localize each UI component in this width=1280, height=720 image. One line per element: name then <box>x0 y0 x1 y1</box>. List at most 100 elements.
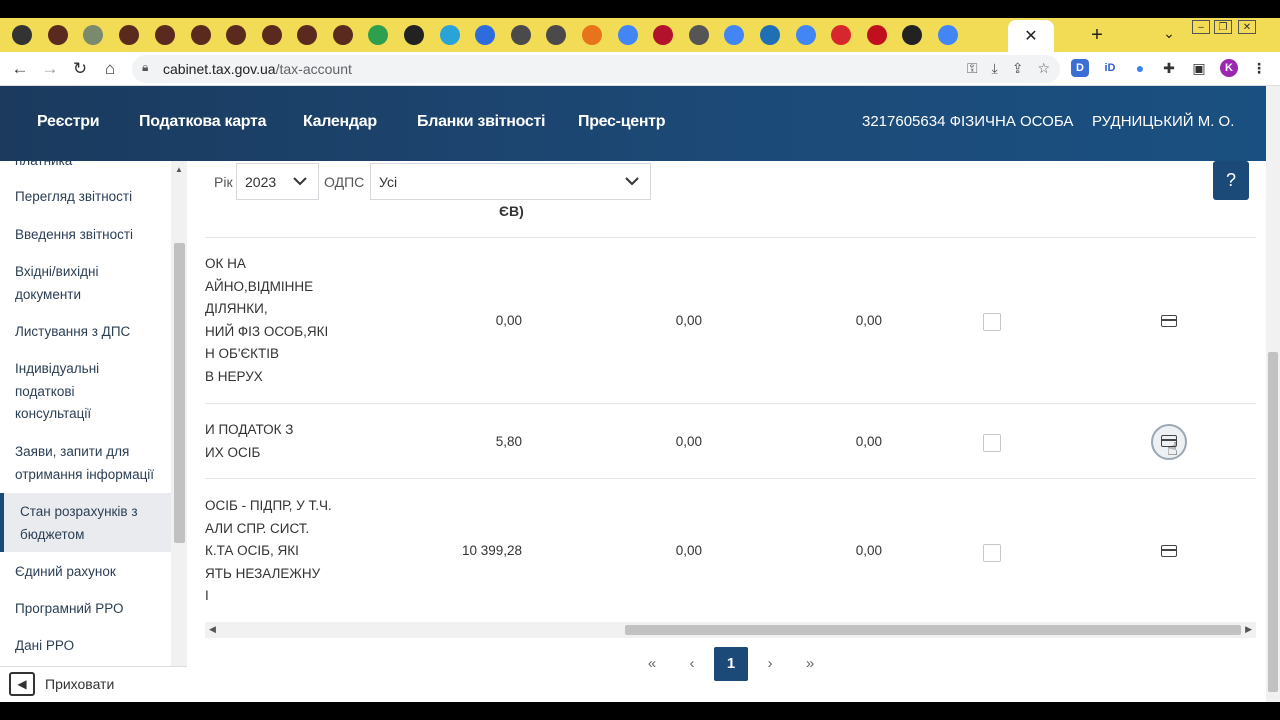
help-button[interactable]: ? <box>1213 161 1249 200</box>
card-icon[interactable] <box>1161 315 1177 327</box>
tab-search-icon[interactable]: ⌄ <box>1160 25 1178 45</box>
first-page-button[interactable]: « <box>635 647 669 681</box>
calculator-icon[interactable] <box>12 25 32 45</box>
name-line: АЙНО,ВІДМІННЕ <box>205 278 314 294</box>
sidebar-item-enter-reports[interactable]: Введення звітності <box>15 224 165 247</box>
profile-avatar[interactable]: K <box>1220 59 1238 77</box>
card-icon[interactable] <box>1161 545 1177 557</box>
close-window-icon[interactable]: ✕ <box>1238 20 1256 34</box>
ai-icon[interactable] <box>653 25 673 45</box>
close-tab-icon[interactable]: ✕ <box>1024 26 1037 46</box>
url-text[interactable]: cabinet.tax.gov.ua/tax-account <box>163 61 352 77</box>
extension-circle-icon[interactable]: ● <box>1131 59 1149 77</box>
tax-service-icon[interactable] <box>48 25 68 45</box>
google-icon[interactable] <box>938 25 958 45</box>
hide-sidebar-label: Приховати <box>45 676 115 692</box>
menu-press-center[interactable]: Прес-центр <box>578 113 666 131</box>
menu-calendar[interactable]: Календар <box>303 113 377 131</box>
back-icon[interactable]: ← <box>9 58 31 80</box>
hide-sidebar-button[interactable]: ◀ Приховати <box>0 666 187 702</box>
sidebar-item-single-account[interactable]: Єдиний рахунок <box>15 561 165 584</box>
table-row-1-checkbox[interactable] <box>983 313 1001 331</box>
key-icon[interactable]: ⚿ <box>967 60 978 77</box>
new-tab-button[interactable]: + <box>1086 23 1108 47</box>
page-scroll-thumb[interactable] <box>1268 352 1278 692</box>
globe-icon[interactable] <box>689 25 709 45</box>
emblem-icon[interactable] <box>546 25 566 45</box>
restore-icon[interactable]: ❐ <box>1214 20 1232 34</box>
name-line: К.ТА ОСІБ, ЯКІ <box>205 543 299 558</box>
tax-service-icon[interactable] <box>119 25 139 45</box>
sidebar-item-rro-data[interactable]: Дані РРО <box>15 635 165 658</box>
active-tab[interactable]: ✕ <box>1008 20 1054 52</box>
page-scrollbar[interactable] <box>1266 86 1280 702</box>
tax-service-icon[interactable] <box>333 25 353 45</box>
next-page-button[interactable]: › <box>753 647 787 681</box>
table-row-2-checkbox[interactable] <box>983 434 1001 452</box>
telegram-icon[interactable] <box>440 25 460 45</box>
install-icon[interactable]: ⤓ <box>992 60 998 77</box>
odps-label: ОДПС <box>324 174 365 190</box>
sidebar-scroll-thumb[interactable] <box>174 243 185 543</box>
minimize-icon[interactable]: – <box>1192 20 1210 34</box>
s-app-icon[interactable] <box>831 25 851 45</box>
address-bar[interactable]: 🔒︎ cabinet.tax.gov.ua/tax-account ⚿ ⤓ ⇪ … <box>132 55 1060 83</box>
google-icon[interactable] <box>724 25 744 45</box>
name-line: ОК НА <box>205 256 246 271</box>
google-icon[interactable] <box>796 25 816 45</box>
menu-registries[interactable]: Реєстри <box>37 113 100 131</box>
user-name[interactable]: РУДНИЦЬКИЙ М. О. <box>1092 113 1234 130</box>
sidebar-scrollbar[interactable]: ▲ <box>171 161 187 666</box>
zoom-icon[interactable] <box>475 25 495 45</box>
tax-service-icon[interactable] <box>226 25 246 45</box>
prev-page-button[interactable]: ‹ <box>675 647 709 681</box>
tax-service-icon[interactable] <box>191 25 211 45</box>
table-row-1-name: ОК НА АЙНО,ВІДМІННЕ ДІЛЯНКИ, НИЙ ФІЗ ОСО… <box>205 253 345 388</box>
24-icon[interactable] <box>902 25 922 45</box>
table-row-3-checkbox[interactable] <box>983 544 1001 562</box>
slides-icon[interactable] <box>404 25 424 45</box>
extension-d-icon[interactable]: D <box>1071 59 1089 77</box>
scroll-up-icon[interactable]: ▲ <box>175 165 183 174</box>
taxpayer-info[interactable]: 3217605634 ФІЗИЧНА ОСОБА <box>862 113 1073 130</box>
side-panel-icon[interactable]: ▣ <box>1190 59 1208 77</box>
puzzle-icon[interactable] <box>83 25 103 45</box>
table-row-divider <box>205 237 1256 238</box>
menu-tax-map[interactable]: Податкова карта <box>139 113 267 131</box>
bookmark-star-icon[interactable]: ☆ <box>1037 60 1050 77</box>
forward-icon[interactable]: → <box>39 58 61 80</box>
scroll-right-icon[interactable]: ▶ <box>1245 624 1252 635</box>
tax-service-icon[interactable] <box>297 25 317 45</box>
sidebar-item-documents[interactable]: Вхідні/вихідні документи <box>15 261 165 306</box>
sidebar-item-correspondence[interactable]: Листування з ДПС <box>15 321 165 344</box>
reload-icon[interactable]: ↻ <box>69 58 91 80</box>
menu-report-forms[interactable]: Бланки звітності <box>417 113 546 131</box>
f-app-icon[interactable] <box>867 25 887 45</box>
drive-icon[interactable] <box>368 25 388 45</box>
table-horizontal-scrollbar[interactable]: ◀ ▶ <box>205 622 1256 638</box>
camera-icon[interactable] <box>760 25 780 45</box>
current-page-button[interactable]: 1 <box>714 647 748 681</box>
browser-menu-icon[interactable]: ⋮ <box>1250 59 1268 77</box>
tax-service-icon[interactable] <box>262 25 282 45</box>
share-icon[interactable]: ⇪ <box>1012 60 1024 77</box>
last-page-button[interactable]: » <box>793 647 827 681</box>
table-scroll-thumb[interactable] <box>625 625 1241 635</box>
sidebar-item-payer[interactable]: платника <box>15 161 165 173</box>
tax-service-icon[interactable] <box>155 25 175 45</box>
scroll-left-icon[interactable]: ◀ <box>209 624 216 635</box>
sidebar-item-requests[interactable]: Заяви, запити для отримання інформації <box>15 441 165 486</box>
extensions-puzzle-icon[interactable]: ✚ <box>1160 59 1178 77</box>
sidebar-item-view-reports[interactable]: Перегляд звітності <box>15 186 165 209</box>
box-icon[interactable] <box>582 25 602 45</box>
sidebar-item-consultations[interactable]: Індивідуальні податкові консультації <box>15 358 125 426</box>
home-icon[interactable]: ⌂ <box>99 58 121 80</box>
odps-select[interactable]: Усі <box>370 163 651 200</box>
extension-id-icon[interactable]: iD <box>1101 59 1119 77</box>
sidebar-item-budget-settlements[interactable]: Стан розрахунків з бюджетом <box>20 501 160 546</box>
bottom-black-bar <box>0 702 1280 720</box>
emblem-icon[interactable] <box>511 25 531 45</box>
google-icon[interactable] <box>618 25 638 45</box>
sidebar-item-software-rro[interactable]: Програмний РРО <box>15 598 165 621</box>
year-select[interactable]: 2023 <box>236 163 319 200</box>
